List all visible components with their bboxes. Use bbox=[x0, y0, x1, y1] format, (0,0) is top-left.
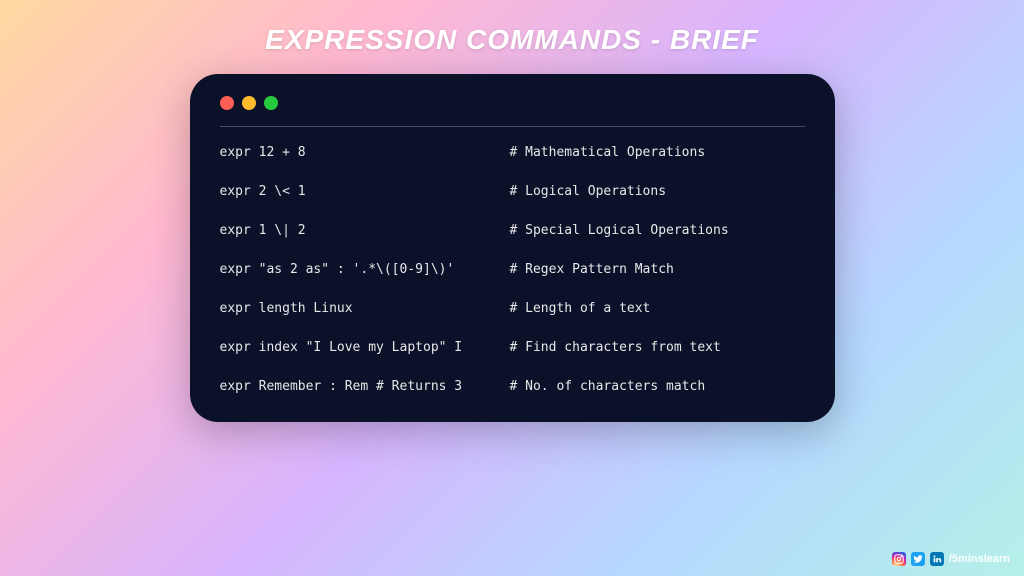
code-line: expr "as 2 as" : '.*\([0-9]\)' # Regex P… bbox=[220, 262, 805, 277]
comment-text: # Mathematical Operations bbox=[510, 145, 805, 160]
comment-text: # Special Logical Operations bbox=[510, 223, 805, 238]
window-controls bbox=[220, 96, 805, 110]
comment-text: # No. of characters match bbox=[510, 379, 805, 394]
close-icon bbox=[220, 96, 234, 110]
code-line: expr Remember : Rem # Returns 3 # No. of… bbox=[220, 379, 805, 394]
twitter-icon bbox=[911, 552, 925, 566]
divider bbox=[220, 126, 805, 127]
comment-text: # Length of a text bbox=[510, 301, 805, 316]
comment-text: # Logical Operations bbox=[510, 184, 805, 199]
comment-text: # Find characters from text bbox=[510, 340, 805, 355]
maximize-icon bbox=[264, 96, 278, 110]
instagram-icon bbox=[892, 552, 906, 566]
linkedin-icon bbox=[930, 552, 944, 566]
comment-text: # Regex Pattern Match bbox=[510, 262, 805, 277]
minimize-icon bbox=[242, 96, 256, 110]
code-line: expr 2 \< 1 # Logical Operations bbox=[220, 184, 805, 199]
command-text: expr Remember : Rem # Returns 3 bbox=[220, 379, 510, 394]
terminal-window: expr 12 + 8 # Mathematical Operations ex… bbox=[190, 74, 835, 422]
code-block: expr 12 + 8 # Mathematical Operations ex… bbox=[220, 145, 805, 394]
code-line: expr length Linux # Length of a text bbox=[220, 301, 805, 316]
command-text: expr 12 + 8 bbox=[220, 145, 510, 160]
footer-credits: /5minslearn bbox=[892, 552, 1010, 566]
code-line: expr index "I Love my Laptop" I # Find c… bbox=[220, 340, 805, 355]
code-line: expr 12 + 8 # Mathematical Operations bbox=[220, 145, 805, 160]
command-text: expr length Linux bbox=[220, 301, 510, 316]
page-title: EXPRESSION COMMANDS - BRIEF bbox=[265, 24, 759, 56]
command-text: expr index "I Love my Laptop" I bbox=[220, 340, 510, 355]
social-handle: /5minslearn bbox=[949, 553, 1010, 565]
command-text: expr 1 \| 2 bbox=[220, 223, 510, 238]
code-line: expr 1 \| 2 # Special Logical Operations bbox=[220, 223, 805, 238]
command-text: expr 2 \< 1 bbox=[220, 184, 510, 199]
command-text: expr "as 2 as" : '.*\([0-9]\)' bbox=[220, 262, 510, 277]
